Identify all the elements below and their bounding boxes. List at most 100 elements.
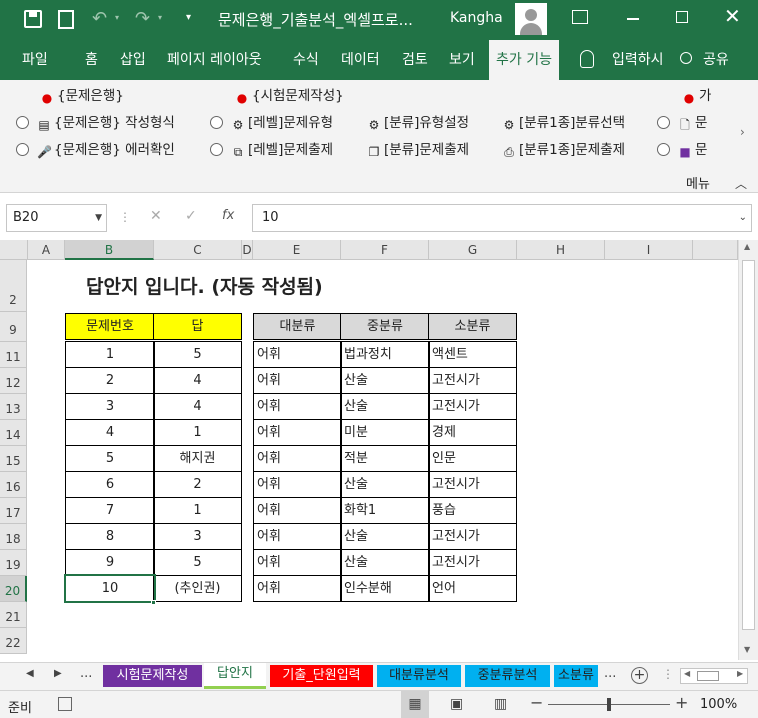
column-header-a[interactable]: A [28,240,65,260]
user-name[interactable]: Kangha [450,10,503,26]
zoom-level[interactable]: 100% [700,697,737,712]
question-number-cell[interactable]: 9 [65,549,155,576]
middle-class-cell[interactable]: 산술 [340,393,430,420]
share-button[interactable]: 공유 [703,40,729,80]
next-sheet-icon[interactable]: ▶ [54,668,62,679]
zoom-slider-thumb[interactable] [607,698,611,711]
tell-me-input[interactable]: 입력하시 [612,40,662,80]
minor-class-cell[interactable]: 인문 [428,445,517,472]
header-answer[interactable]: 답 [153,313,242,340]
macro-record-icon[interactable] [58,697,72,711]
major-class-cell[interactable]: 어휘 [253,523,342,550]
column-header-e[interactable]: E [253,240,341,260]
row-header[interactable]: 16 [0,472,27,498]
row-header[interactable]: 21 [0,602,27,628]
major-class-cell[interactable]: 어휘 [253,471,342,498]
answer-cell[interactable]: 5 [153,341,242,368]
column-header-i[interactable]: I [605,240,693,260]
customize-qat-icon[interactable]: ▾ [186,12,191,23]
ribbon-btn-save[interactable]: ■ 문 [657,139,707,161]
worksheet-grid[interactable]: A B C D E F G H I 2 9 11 12 13 14 15 16 … [0,240,738,660]
page-layout-view-icon[interactable]: ▣ [450,696,463,712]
minor-class-cell[interactable]: 고전시가 [428,523,517,550]
sheet-tab-exam[interactable]: 시험문제작성 [103,665,202,687]
middle-class-cell[interactable]: 적분 [340,445,430,472]
column-header-f[interactable]: F [341,240,429,260]
middle-class-cell[interactable]: 산술 [340,523,430,550]
minor-class-cell[interactable]: 풍습 [428,497,517,524]
chevron-down-icon[interactable]: ▼ [95,205,102,231]
tab-insert[interactable]: 삽입 [120,40,146,80]
avatar[interactable] [515,3,547,35]
row-header[interactable]: 17 [0,498,27,524]
question-number-cell[interactable]: 8 [65,523,155,550]
scroll-left-icon[interactable]: ◀ [684,669,690,678]
answer-cell[interactable]: 1 [153,497,242,524]
scroll-down-icon[interactable]: ▼ [744,645,750,654]
ribbon-btn-class1-issue[interactable]: ⎙ [분류1종]문제출제 [502,139,625,161]
answer-cell[interactable]: 5 [153,549,242,576]
major-class-cell[interactable]: 어휘 [253,341,342,368]
row-header[interactable]: 9 [0,312,27,342]
vertical-scrollbar[interactable]: ▲ ▼ [738,240,758,660]
question-number-cell[interactable]: 6 [65,471,155,498]
prev-sheet-icon[interactable]: ◀ [26,668,34,679]
cancel-icon[interactable]: ✕ [150,208,162,224]
tab-file[interactable]: 파일 [22,40,48,80]
ribbon-btn-class1-select[interactable]: ⚙ [분류1종]분류선택 [502,112,625,134]
maximize-icon[interactable] [676,11,688,23]
ribbon-group-siheom[interactable]: ● {시험문제작성} [235,85,344,107]
middle-class-cell[interactable]: 미분 [340,419,430,446]
redo-dropdown-icon[interactable]: ▾ [158,13,162,22]
formula-input[interactable]: 10 ⌄ [252,204,752,232]
header-major-class[interactable]: 대분류 [253,313,342,340]
scrollbar-thumb[interactable] [742,260,755,630]
row-header[interactable]: 11 [0,342,27,368]
ribbon-display-icon[interactable] [572,10,588,24]
page-break-view-icon[interactable]: ▥ [494,696,507,712]
tab-review[interactable]: 검토 [402,40,428,80]
insert-function-icon[interactable]: fx [222,208,234,223]
sheet-tab-answer[interactable]: 답안지 [204,663,266,689]
column-header-d[interactable]: D [242,240,253,260]
minor-class-cell[interactable]: 고전시가 [428,471,517,498]
answer-cell[interactable]: 4 [153,367,242,394]
scroll-right-icon[interactable]: ▶ [737,669,743,678]
more-sheets-icon[interactable]: ... [604,666,616,681]
expand-formula-icon[interactable]: ⌄ [739,205,747,231]
answer-cell[interactable]: 4 [153,393,242,420]
minimize-icon[interactable] [627,18,639,20]
middle-class-cell[interactable]: 법과정치 [340,341,430,368]
undo-dropdown-icon[interactable]: ▾ [115,13,119,22]
ribbon-btn-class-issue[interactable]: ❐ [분류]문제출제 [367,139,469,161]
ribbon-btn-format[interactable]: ▤ {문제은행} 작성형식 [16,112,175,134]
ribbon-group-munje[interactable]: ● {문제은행} [40,85,124,107]
collapse-ribbon-icon[interactable]: ︿ [735,175,747,192]
question-number-cell[interactable]: 2 [65,367,155,394]
sheet-tab-major[interactable]: 대분류분석 [377,665,461,687]
minor-class-cell[interactable]: 경제 [428,419,517,446]
answer-cell[interactable]: 해지권 [153,445,242,472]
row-header[interactable]: 20 [0,576,27,602]
question-number-cell[interactable]: 5 [65,445,155,472]
header-middle-class[interactable]: 중분류 [340,313,430,340]
tab-split-icon[interactable]: ⋮ [662,667,674,681]
major-class-cell[interactable]: 어휘 [253,445,342,472]
column-header-c[interactable]: C [154,240,242,260]
answer-cell[interactable]: (추인권) [153,575,242,602]
tab-add-ins[interactable]: 추가 기능 [489,40,559,80]
column-header-h[interactable]: H [517,240,605,260]
row-header[interactable]: 2 [0,260,27,312]
ribbon-btn-doc[interactable]: 🗋 문 [657,112,707,134]
ribbon-group-ga[interactable]: ● 가 [682,85,712,107]
sheet-tab-middle[interactable]: 중분류분석 [465,665,550,687]
middle-class-cell[interactable]: 산술 [340,471,430,498]
major-class-cell[interactable]: 어휘 [253,497,342,524]
scroll-up-icon[interactable]: ▲ [744,242,750,251]
zoom-out-icon[interactable]: − [530,693,543,712]
minor-class-cell[interactable]: 고전시가 [428,549,517,576]
close-icon[interactable]: ✕ [724,4,741,28]
redo-icon[interactable]: ↷ [135,8,150,29]
header-minor-class[interactable]: 소분류 [428,313,517,340]
tab-data[interactable]: 데이터 [341,40,380,80]
